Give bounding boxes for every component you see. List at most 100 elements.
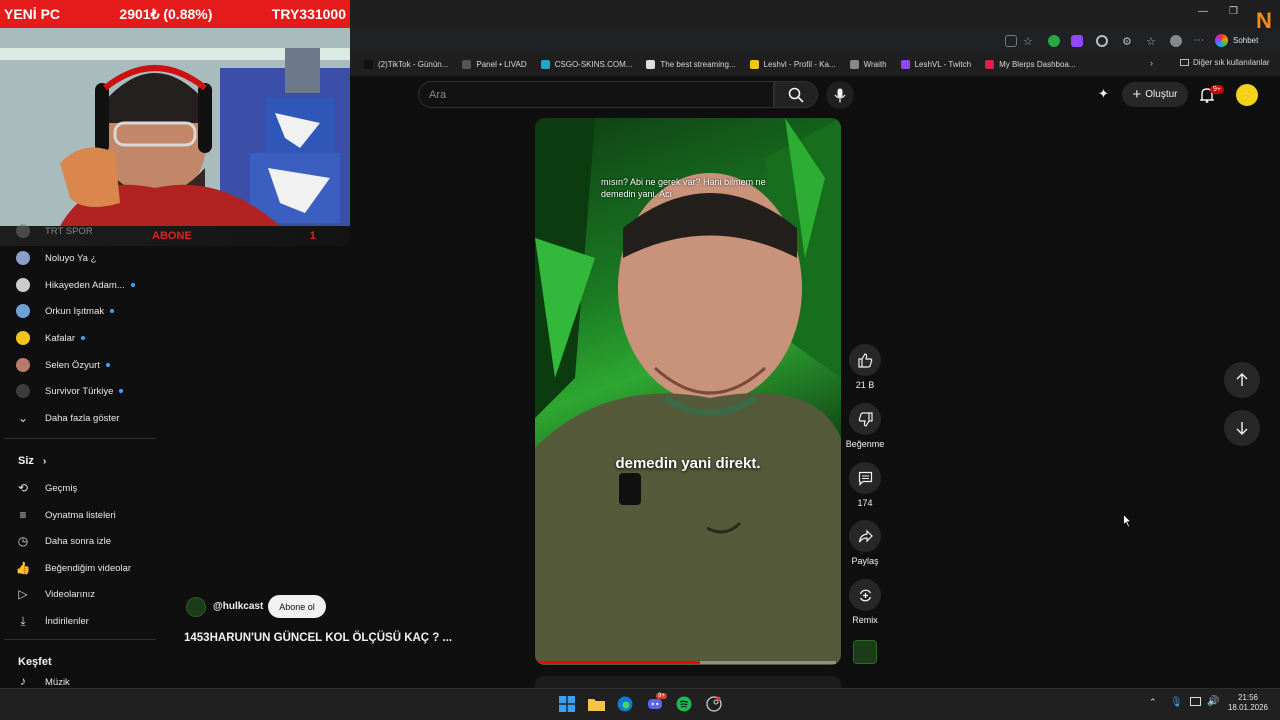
- bookmark-favicon-icon: [900, 59, 910, 69]
- channel-avatar[interactable]: [186, 597, 206, 617]
- edge-browser-button[interactable]: [615, 694, 635, 714]
- sidebar-channel-item[interactable]: Selen Özyurt: [14, 354, 154, 376]
- share-button[interactable]: [849, 520, 881, 552]
- bookmark-item[interactable]: LeshVL - Twitch: [900, 59, 971, 69]
- remix-button[interactable]: [849, 579, 881, 611]
- copilot-chat-label: Sohbet: [1233, 35, 1259, 45]
- bookmark-item[interactable]: (2)TikTok - Günün...: [364, 59, 449, 69]
- tray-microphone-icon[interactable]: 🎙: [1170, 697, 1183, 708]
- search-button[interactable]: [774, 81, 818, 108]
- comments-button[interactable]: [849, 462, 881, 494]
- sidebar-item-label: Geçmiş: [45, 482, 78, 494]
- bookmark-item[interactable]: The best streaming...: [646, 59, 736, 69]
- sidebar-channel-trt-spor[interactable]: TRT SPOR: [14, 220, 154, 242]
- favorite-star-icon[interactable]: ☆: [1023, 35, 1035, 48]
- show-more-button[interactable]: ⌄ Daha fazla göster: [14, 407, 154, 429]
- like-button[interactable]: [849, 344, 881, 376]
- sidebar-channel-item[interactable]: Survivor Türkiye: [14, 380, 154, 402]
- explore-section-heading: Keşfet: [18, 656, 52, 668]
- channel-name[interactable]: @hulkcast: [213, 601, 263, 612]
- sidebar-item-label: Noluyo Ya ¿: [45, 252, 97, 264]
- plus-icon: +: [1132, 86, 1142, 103]
- sidebar-item-watch-later[interactable]: ◷ Daha sonra izle: [14, 530, 154, 552]
- next-video-preview[interactable]: [535, 676, 841, 688]
- lightning-icon: ⚡: [1239, 88, 1255, 102]
- extensions-icon[interactable]: ⚙: [1122, 35, 1134, 48]
- copilot-icon: [1215, 33, 1228, 47]
- you-section-heading[interactable]: Siz ›: [18, 455, 46, 467]
- sidebar-channel-item[interactable]: Hikayeden Adam...: [14, 274, 154, 296]
- sidebar-item-label: Beğendiğim videolar: [45, 562, 132, 574]
- sidebar-item-music[interactable]: ♪ Müzik: [14, 675, 154, 688]
- profile-icon[interactable]: [1170, 35, 1182, 47]
- extension-twitch-icon[interactable]: [1071, 35, 1083, 47]
- bookmark-item[interactable]: My Blerps Dashboa...: [985, 59, 1076, 69]
- maximize-button[interactable]: ❐: [1229, 6, 1238, 17]
- magic-wand-icon[interactable]: ✦: [1098, 86, 1109, 102]
- show-more-label: Daha fazla göster: [45, 412, 120, 424]
- music-icon: ♪: [20, 675, 26, 688]
- channel-avatar: [16, 251, 30, 265]
- collections-icon[interactable]: ☆: [1146, 35, 1158, 48]
- video-title[interactable]: 1453HARUN'UN GÜNCEL KOL ÖLÇÜSÜ KAÇ ? ...: [184, 632, 452, 644]
- sound-thumbnail[interactable]: [853, 640, 877, 664]
- sidebar-item-label: Videolarınız: [45, 588, 95, 600]
- split-screen-icon[interactable]: [1005, 35, 1017, 47]
- mouse-cursor-icon: [1123, 514, 1132, 528]
- sidebar-item-label: Kafalar: [45, 332, 76, 344]
- goal-total: TRY331000: [271, 6, 346, 22]
- bookmark-item[interactable]: Leshvl - Profil - Ka...: [749, 59, 836, 69]
- sidebar-channel-item[interactable]: Orkun Işıtmak: [14, 300, 154, 322]
- arrow-down-icon: [1236, 422, 1248, 435]
- create-button[interactable]: + Oluştur: [1122, 82, 1188, 107]
- bookmark-item[interactable]: CSGO-SKINS.COM...: [540, 59, 632, 69]
- bookmarks-overflow-chevron-icon[interactable]: ›: [1150, 58, 1153, 68]
- video-progress-bar[interactable]: [540, 661, 836, 664]
- sidebar-divider: [4, 438, 156, 439]
- bookmark-label: (2)TikTok - Günün...: [378, 59, 449, 69]
- refresh-icon[interactable]: [1096, 35, 1108, 47]
- channel-avatar: [16, 331, 30, 345]
- next-video-button[interactable]: [1224, 410, 1260, 446]
- sidebar-item-liked-videos[interactable]: 👍 Beğendiğim videolar: [14, 557, 154, 579]
- sidebar-item-downloads[interactable]: ⤓ İndirilenler: [14, 610, 154, 632]
- taskbar-clock[interactable]: 21:56 18.01.2026: [1222, 693, 1274, 713]
- extension-green-icon[interactable]: [1048, 35, 1060, 47]
- avatar[interactable]: ⚡: [1236, 84, 1258, 106]
- subscribe-button[interactable]: Abone ol: [268, 595, 326, 618]
- bookmark-item[interactable]: Panel • LIVAD: [462, 59, 527, 69]
- more-menu-icon[interactable]: ⋯: [1194, 35, 1206, 47]
- goal-label: YENİ PC: [4, 6, 61, 22]
- bookmark-item[interactable]: Wraith: [849, 59, 887, 69]
- clock-date: 18.01.2026: [1227, 703, 1269, 712]
- sidebar-item-playlists[interactable]: ≡ Oynatma listeleri: [14, 504, 154, 526]
- search-input[interactable]: Ara: [418, 81, 774, 108]
- chevron-right-icon: ›: [42, 456, 47, 467]
- minimize-button[interactable]: —: [1198, 6, 1208, 17]
- sidebar-channel-item[interactable]: Kafalar: [14, 327, 154, 349]
- file-explorer-button[interactable]: [586, 694, 606, 714]
- sidebar-item-your-videos[interactable]: ▷ Videolarınız: [14, 583, 154, 605]
- other-bookmarks-folder[interactable]: Diğer sık kullanılanlar: [1180, 58, 1269, 67]
- spotify-button[interactable]: [674, 694, 694, 714]
- start-button[interactable]: [557, 694, 577, 714]
- steam-icon: [706, 696, 722, 712]
- bookmark-label: The best streaming...: [660, 59, 736, 69]
- bookmark-label: Wraith: [863, 59, 887, 69]
- discord-badge: 9+: [656, 693, 667, 699]
- dislike-button[interactable]: [849, 403, 881, 435]
- tray-display-icon[interactable]: [1190, 697, 1201, 706]
- previous-video-button[interactable]: [1224, 362, 1260, 398]
- shorts-video-player[interactable]: [535, 118, 841, 665]
- copilot-chat-button[interactable]: Sohbet: [1215, 32, 1258, 48]
- sidebar-channel-item[interactable]: Noluyo Ya ¿: [14, 247, 154, 269]
- bookmark-label: My Blerps Dashboa...: [999, 59, 1076, 69]
- bookmark-favicon-icon: [646, 59, 656, 69]
- tray-volume-icon[interactable]: 🔊: [1207, 696, 1219, 707]
- channel-avatar: [16, 304, 30, 318]
- tray-chevron-up-icon[interactable]: ⌃: [1149, 697, 1157, 708]
- steam-button[interactable]: [704, 694, 724, 714]
- goal-change: 2901₺ (0.88%): [119, 5, 213, 22]
- sidebar-item-history[interactable]: ⟲ Geçmiş: [14, 477, 154, 499]
- voice-search-button[interactable]: [826, 81, 854, 109]
